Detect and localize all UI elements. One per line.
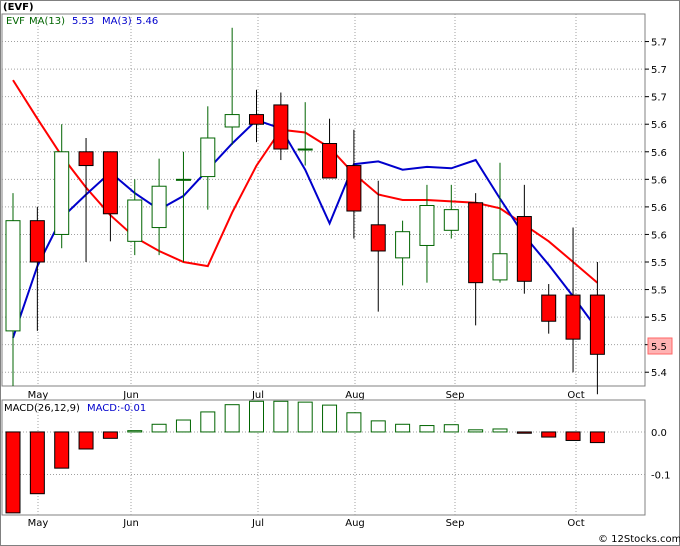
macd-y-tick-label: 0.0 (651, 428, 667, 439)
macd-bar-positive (200, 411, 216, 433)
macd-bar-positive (370, 420, 386, 433)
candle-body (200, 137, 216, 178)
price-x-tick-label: May (28, 390, 49, 401)
macd-bar-negative (565, 431, 581, 441)
macd-bar-positive (346, 412, 362, 433)
candle-body (370, 224, 386, 252)
macd-bar-negative (5, 431, 21, 514)
macd-x-tick-label: Oct (567, 518, 584, 529)
macd-bar-positive (297, 401, 313, 433)
macd-bar-positive (249, 400, 264, 433)
candle-body (127, 199, 143, 242)
price-y-tick-label: 5.7 (651, 65, 667, 76)
macd-bar-negative (54, 431, 70, 469)
macd-bar-positive (322, 404, 338, 433)
candle-body (516, 216, 532, 282)
macd-bar-negative (78, 431, 94, 450)
legend-ma3-label: MA(3) (102, 16, 132, 27)
candle-body (224, 114, 240, 128)
legend-ma3-value: 5.46 (136, 16, 158, 27)
macd-bar-positive (175, 419, 191, 433)
candle-body (443, 209, 459, 231)
price-y-tick-label: 5.4 (651, 368, 667, 379)
macd-x-tick-label: Jul (251, 518, 264, 529)
macd-panel: 0.0 -0.1 May Jun Jul Aug Sep Oct (1, 399, 671, 529)
macd-y-tick-label: -0.1 (651, 471, 671, 482)
candle-body (322, 143, 338, 179)
price-y-tick-label: 5.6 (651, 120, 667, 131)
macd-bar-positive (151, 423, 167, 433)
macd-bar-positive (468, 429, 484, 433)
macd-x-tick-label: Jun (122, 518, 139, 529)
candle-body (151, 185, 167, 229)
price-x-tick-label: Oct (567, 390, 584, 401)
macd-bar-negative (29, 431, 45, 495)
candle-body (468, 202, 484, 284)
macd-bar-positive (273, 400, 289, 433)
price-x-tick-label: Sep (446, 390, 465, 401)
legend-ma13-label: MA(13) (29, 16, 65, 27)
candle-body (492, 253, 508, 281)
price-y-tick-label: 5.5 (651, 313, 667, 324)
candle-body (565, 294, 581, 340)
price-y-tick-label: 5.6 (651, 148, 667, 159)
stock-chart: 5.75.75.75.65.65.65.65.65.55.55.55.55.4 … (0, 0, 680, 546)
candle-body (346, 165, 362, 212)
macd-x-tick-label: Sep (446, 518, 465, 529)
candle-body (395, 231, 411, 259)
candle-body (249, 114, 264, 125)
macd-bar-positive (395, 423, 411, 433)
candle-body (589, 294, 605, 355)
macd-x-tick-label: May (28, 518, 49, 529)
macd-bar-positive (443, 424, 459, 433)
price-y-tick-label: 5.7 (651, 38, 667, 49)
price-y-tick-label: 5.6 (651, 230, 667, 241)
candle-body (273, 104, 289, 150)
macd-bar-positive (419, 425, 435, 433)
last-price-tag: 5.5 (647, 337, 673, 355)
price-x-tick-label: Jun (122, 390, 139, 401)
macd-bar-positive (224, 404, 240, 433)
candle-body (175, 178, 191, 181)
chart-title: (EVF) (3, 2, 34, 13)
legend-ticker: EVF (6, 16, 25, 27)
price-y-tick-label: 5.6 (651, 175, 667, 186)
last-price-tag-text: 5.5 (651, 342, 667, 353)
macd-legend-label: MACD(26,12,9) (4, 403, 80, 414)
candle-body (102, 151, 118, 215)
legend-ma13-value: 5.53 (72, 16, 94, 27)
candle-body (5, 220, 21, 332)
price-y-tick-label: 5.6 (651, 203, 667, 214)
macd-bar-positive (492, 428, 508, 433)
price-y-tick-label: 5.5 (651, 258, 667, 269)
candle-body (29, 220, 45, 263)
macd-bar-positive (127, 430, 143, 433)
candle-body (54, 151, 70, 235)
macd-bar-negative (516, 431, 532, 434)
candle-body (541, 294, 557, 322)
price-y-tick-label: 5.7 (651, 93, 667, 104)
price-panel: 5.75.75.75.65.65.65.65.65.55.55.55.55.4 … (1, 13, 667, 401)
macd-bar-negative (102, 431, 118, 439)
macd-bar-negative (541, 431, 557, 438)
price-x-tick-label: Aug (345, 390, 365, 401)
candle-body (297, 148, 313, 151)
macd-bar-negative (589, 431, 605, 444)
price-y-tick-label: 5.5 (651, 286, 667, 297)
watermark: © 12Stocks.com (598, 534, 680, 545)
macd-x-tick-label: Aug (345, 518, 365, 529)
candle-body (419, 205, 435, 246)
candle-body (78, 151, 94, 167)
macd-legend-value: MACD:-0.01 (87, 403, 146, 414)
price-x-tick-label: Jul (251, 390, 264, 401)
